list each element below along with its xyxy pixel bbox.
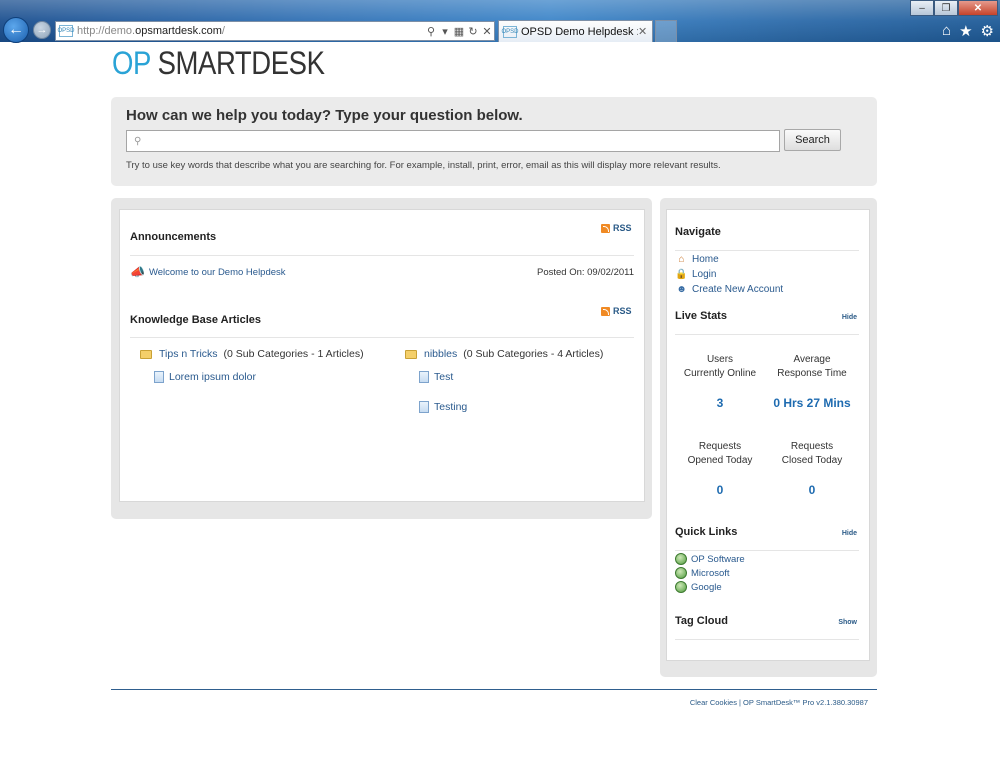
search-icon[interactable]: ⚲ bbox=[424, 25, 438, 38]
sidebar-panel: Navigate ⌂ Home 🔒 Login ☻ Create New Accoun… bbox=[660, 198, 877, 677]
kb-article[interactable]: Test bbox=[419, 371, 453, 383]
nav-login-link[interactable]: 🔒 Login bbox=[675, 268, 716, 280]
divider bbox=[130, 255, 634, 256]
dropdown-arrow-icon[interactable]: ▾ bbox=[438, 25, 452, 38]
announcement-date: Posted On: 09/02/2011 bbox=[536, 266, 634, 278]
window-controls: – ❐ ✕ bbox=[910, 0, 998, 16]
announcement-link[interactable]: Welcome to our Demo Helpdesk bbox=[149, 267, 537, 278]
tab-close-icon[interactable]: ✕ bbox=[638, 25, 652, 38]
announcements-rss-link[interactable]: RSS bbox=[601, 223, 632, 233]
quick-link-google[interactable]: Google bbox=[675, 581, 722, 593]
divider bbox=[130, 337, 634, 338]
tag-cloud-title: Tag Cloud bbox=[675, 615, 728, 627]
tab-favicon-icon: OPSD bbox=[502, 25, 519, 38]
forward-button[interactable]: → bbox=[33, 21, 51, 39]
address-url[interactable]: http://demo.opsmartdesk.com/ bbox=[77, 25, 424, 37]
divider bbox=[675, 550, 859, 551]
restore-button[interactable]: ❐ bbox=[934, 0, 958, 16]
minimize-button[interactable]: – bbox=[910, 0, 934, 16]
back-button[interactable]: ← bbox=[3, 17, 29, 43]
folder-icon bbox=[140, 349, 152, 359]
announcement-megaphone-icon: 📣 bbox=[130, 265, 145, 279]
user-add-icon: ☻ bbox=[676, 283, 687, 295]
sidebar: Navigate ⌂ Home 🔒 Login ☻ Create New Accoun… bbox=[666, 209, 870, 661]
kb-article[interactable]: Testing bbox=[419, 401, 467, 413]
document-icon bbox=[419, 371, 429, 383]
stat-opened-today-value: 0 bbox=[716, 483, 724, 497]
stat-opened-today-label: Requests Opened Today bbox=[687, 441, 753, 466]
rss-icon bbox=[601, 223, 610, 233]
live-stats-hide-toggle[interactable]: Hide bbox=[842, 314, 857, 321]
quick-link-microsoft[interactable]: Microsoft bbox=[675, 567, 730, 579]
site-favicon-icon: OPSD bbox=[58, 25, 75, 37]
divider bbox=[675, 250, 859, 251]
announcement-item: 📣 Welcome to our Demo Helpdesk Posted On… bbox=[130, 265, 634, 279]
live-stats-title: Live Stats bbox=[675, 310, 727, 322]
search-button[interactable]: Search bbox=[784, 129, 841, 151]
quick-links-title: Quick Links bbox=[675, 526, 738, 538]
search-input[interactable] bbox=[146, 132, 779, 150]
search-panel: How can we help you today? Type your que… bbox=[111, 97, 877, 186]
refresh-icon[interactable]: ↻ bbox=[466, 25, 480, 38]
navigate-title: Navigate bbox=[675, 226, 721, 238]
arrow-right-icon: → bbox=[36, 24, 48, 36]
home-icon: ⌂ bbox=[678, 253, 685, 265]
magnifier-icon: ⚲ bbox=[134, 135, 142, 147]
document-icon bbox=[419, 401, 429, 413]
new-tab-button[interactable] bbox=[655, 20, 677, 42]
globe-icon bbox=[675, 567, 687, 579]
globe-icon bbox=[675, 553, 687, 565]
kb-category-link[interactable]: Tips n Tricks bbox=[159, 348, 218, 360]
stat-users-online-label: Users Currently Online bbox=[683, 354, 757, 379]
settings-gear-icon[interactable]: ⚙ bbox=[981, 22, 994, 40]
kb-category: Tips n Tricks (0 Sub Categories - 1 Arti… bbox=[140, 348, 364, 360]
compatibility-view-icon[interactable]: ▦ bbox=[452, 25, 466, 38]
browser-tab-active[interactable]: OPSD OPSD Demo Helpdesk :: Ho... ✕ bbox=[498, 20, 653, 42]
footer-divider bbox=[111, 689, 877, 690]
nav-create-account-link[interactable]: ☻ Create New Account bbox=[675, 283, 783, 295]
stat-closed-today-value: 0 bbox=[808, 483, 816, 497]
search-input-box[interactable]: ⚲ bbox=[126, 130, 780, 152]
quick-link-op-software[interactable]: OP Software bbox=[675, 553, 745, 565]
tab-title: OPSD Demo Helpdesk :: Ho... bbox=[521, 25, 638, 38]
nav-home-link[interactable]: ⌂ Home bbox=[675, 253, 718, 265]
stat-users-online-value: 3 bbox=[716, 396, 724, 410]
stat-response-time-value: 0 Hrs 27 Mins bbox=[773, 396, 851, 410]
close-window-button[interactable]: ✕ bbox=[958, 0, 998, 16]
stat-closed-today-label: Requests Closed Today bbox=[781, 441, 843, 466]
search-heading: How can we help you today? Type your que… bbox=[126, 107, 523, 124]
footer-links[interactable]: Clear Cookies | OP SmartDesk™ Pro v2.1.3… bbox=[690, 698, 868, 707]
announcements-title: Announcements bbox=[130, 231, 217, 243]
divider bbox=[675, 334, 859, 335]
quick-links-hide-toggle[interactable]: Hide bbox=[842, 530, 857, 537]
divider bbox=[675, 639, 859, 640]
browser-tools: ⌂ ★ ⚙ bbox=[942, 22, 994, 40]
rss-icon bbox=[601, 306, 610, 316]
search-hint: Try to use key words that describe what … bbox=[126, 160, 721, 171]
kb-rss-link[interactable]: RSS bbox=[601, 306, 632, 316]
document-icon bbox=[154, 371, 164, 383]
home-icon[interactable]: ⌂ bbox=[942, 22, 951, 40]
stop-icon[interactable]: ✕ bbox=[480, 25, 494, 38]
folder-icon bbox=[405, 349, 417, 359]
lock-icon: 🔒 bbox=[675, 268, 688, 280]
favorites-star-icon[interactable]: ★ bbox=[959, 22, 972, 40]
kb-category-link[interactable]: nibbles bbox=[424, 348, 457, 360]
stat-response-time-label: Average Response Time bbox=[777, 354, 847, 379]
main-content: RSS Announcements 📣 Welcome to our Demo … bbox=[119, 209, 645, 502]
arrow-left-icon: ← bbox=[8, 21, 24, 38]
site-logo[interactable]: OP SMARTDESK bbox=[112, 45, 325, 82]
globe-icon bbox=[675, 581, 687, 593]
main-panel: RSS Announcements 📣 Welcome to our Demo … bbox=[111, 198, 652, 519]
address-bar[interactable]: OPSD http://demo.opsmartdesk.com/ ⚲ ▾ ▦ … bbox=[55, 21, 495, 41]
kb-category-count: (0 Sub Categories - 4 Articles) bbox=[463, 348, 604, 360]
kb-title: Knowledge Base Articles bbox=[130, 314, 262, 326]
kb-category: nibbles (0 Sub Categories - 4 Articles) bbox=[405, 348, 603, 360]
tag-cloud-show-toggle[interactable]: Show bbox=[838, 619, 857, 626]
kb-category-count: (0 Sub Categories - 1 Articles) bbox=[223, 348, 364, 360]
kb-article[interactable]: Lorem ipsum dolor bbox=[154, 371, 256, 383]
